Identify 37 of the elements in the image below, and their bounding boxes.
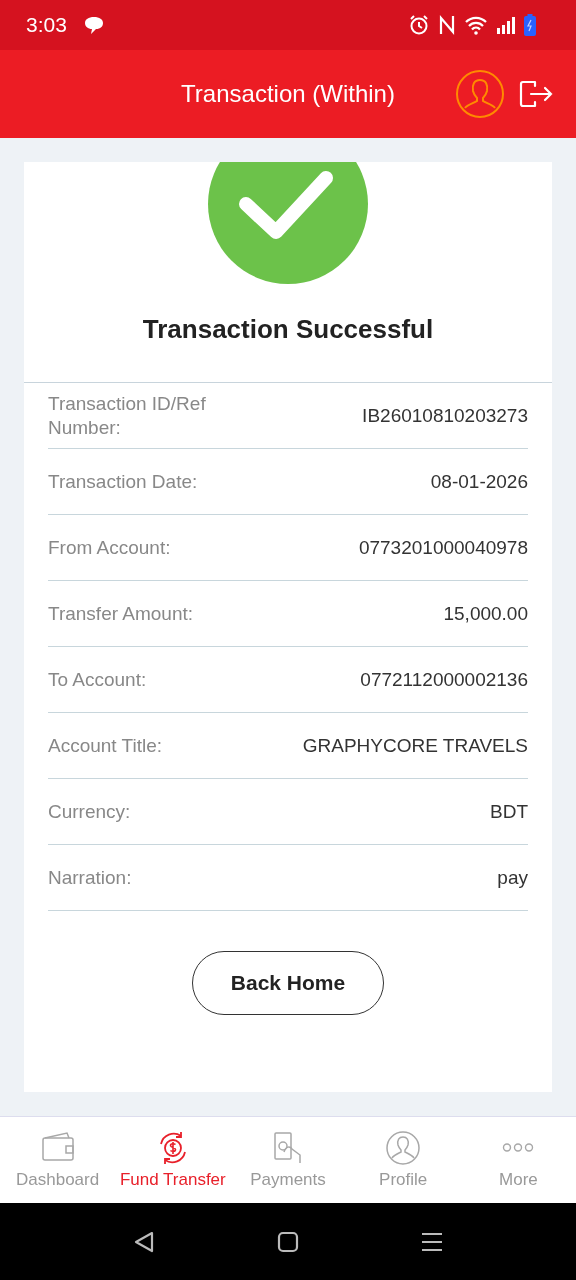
nav-tab[interactable]: Payments (230, 1117, 346, 1203)
detail-value: 08-01-2026 (430, 470, 528, 493)
home-icon[interactable] (277, 1230, 299, 1253)
detail-value: pay (497, 866, 528, 889)
wifi-icon (464, 15, 488, 35)
detail-label: Narration: (48, 865, 133, 890)
nav-tab[interactable]: Dashboard (0, 1117, 116, 1203)
nav-tab[interactable]: More (460, 1117, 576, 1203)
menu-icon[interactable] (421, 1231, 443, 1252)
logout-icon[interactable] (519, 80, 553, 108)
status-time: 3:03 (26, 13, 67, 37)
detail-label: To Account: (48, 667, 148, 692)
nfc-icon (438, 14, 456, 36)
detail-value: IB26010810203273 (362, 404, 528, 427)
screen-title: Transaction (Within) (180, 80, 396, 108)
nav-tab[interactable]: Fund Transfer (115, 1117, 231, 1203)
signal-icon (496, 15, 516, 35)
alarm-icon (408, 14, 430, 36)
nav-tab[interactable]: Profile (345, 1117, 461, 1203)
detail-label: From Account: (48, 535, 172, 560)
detail-label: Currency: (48, 799, 132, 824)
person-icon (385, 1130, 422, 1166)
detail-value: 0772112000002136 (360, 668, 528, 691)
back-icon[interactable] (133, 1229, 155, 1254)
battery-icon (524, 14, 536, 36)
detail-value: BDT (490, 800, 528, 823)
chat-bubble-icon (82, 15, 105, 35)
detail-value: 0773201000040978 (358, 536, 528, 559)
detail-label: Account Title: (48, 733, 164, 758)
more-dots-icon (501, 1143, 536, 1152)
back-home-button[interactable]: Back Home (192, 951, 384, 1015)
detail-label: Transaction Date: (48, 469, 199, 494)
detail-value: GRAPHYCORE TRAVELS (302, 734, 528, 757)
success-title: Transaction Successful (142, 314, 434, 346)
detail-label: Transaction ID/Ref Number: (48, 391, 207, 440)
detail-label: Transfer Amount: (48, 601, 195, 626)
detail-value: 15,000.00 (443, 602, 528, 625)
